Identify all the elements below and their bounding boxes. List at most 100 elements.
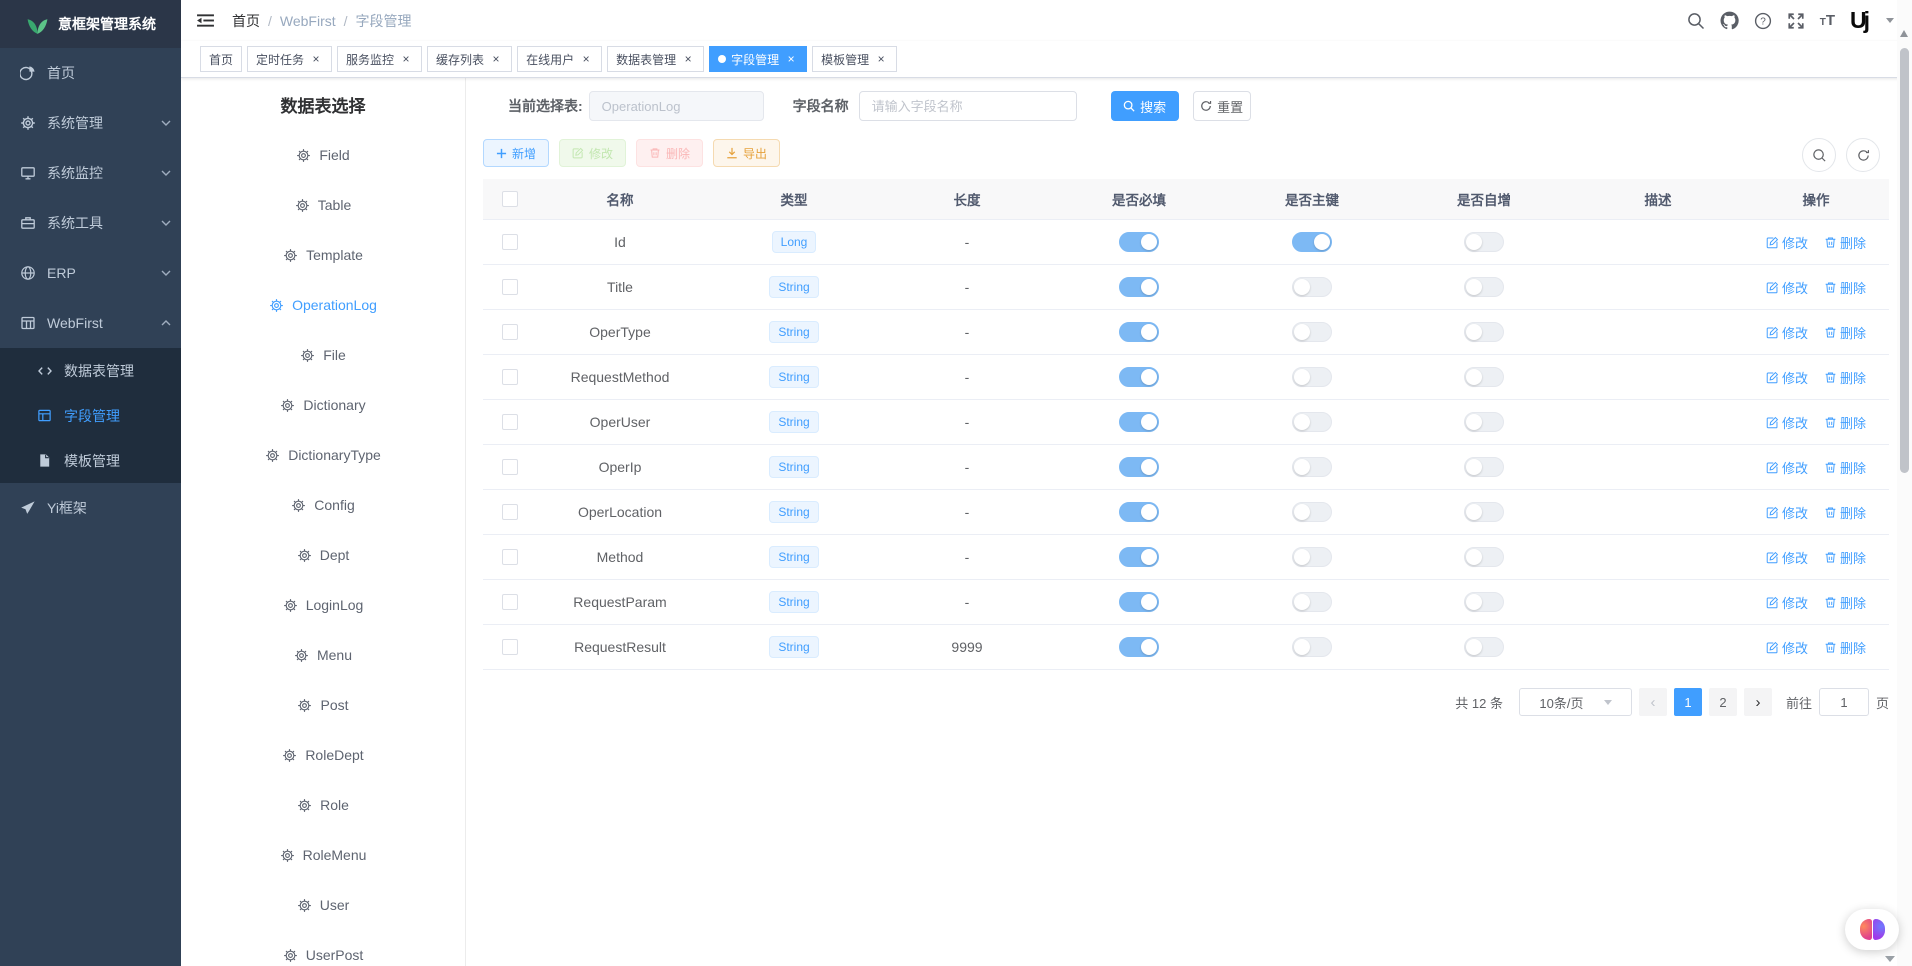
- sidebar-item-system-admin[interactable]: 系统管理: [0, 98, 181, 148]
- close-icon[interactable]: ×: [579, 52, 593, 66]
- primary-key-toggle[interactable]: [1292, 637, 1332, 657]
- tree-item-roledept[interactable]: RoleDept: [181, 730, 465, 780]
- sidebar-item-system-monitor[interactable]: 系统监控: [0, 148, 181, 198]
- required-toggle[interactable]: [1119, 322, 1159, 342]
- required-toggle[interactable]: [1119, 502, 1159, 522]
- tab-cron-task[interactable]: 定时任务 ×: [247, 46, 332, 72]
- delete-link[interactable]: 删除: [1824, 233, 1866, 252]
- edit-link[interactable]: 修改: [1766, 413, 1808, 432]
- row-checkbox[interactable]: [502, 549, 518, 565]
- search-icon[interactable]: [1687, 12, 1705, 30]
- delete-button[interactable]: 删除: [636, 139, 703, 167]
- auto-increment-toggle[interactable]: [1464, 502, 1504, 522]
- primary-key-toggle[interactable]: [1292, 457, 1332, 477]
- row-checkbox[interactable]: [502, 369, 518, 385]
- tab-cache-list[interactable]: 缓存列表 ×: [427, 46, 512, 72]
- breadcrumb-home[interactable]: 首页: [232, 11, 260, 31]
- sidebar-item-home[interactable]: 首页: [0, 48, 181, 98]
- required-toggle[interactable]: [1119, 412, 1159, 432]
- auto-increment-toggle[interactable]: [1464, 232, 1504, 252]
- row-checkbox[interactable]: [502, 504, 518, 520]
- help-icon[interactable]: ?: [1754, 12, 1772, 30]
- delete-link[interactable]: 删除: [1824, 413, 1866, 432]
- tree-item-dictionarytype[interactable]: DictionaryType: [181, 430, 465, 480]
- auto-increment-toggle[interactable]: [1464, 412, 1504, 432]
- reset-button[interactable]: 重置: [1193, 91, 1251, 121]
- auto-increment-toggle[interactable]: [1464, 457, 1504, 477]
- row-checkbox[interactable]: [502, 414, 518, 430]
- current-table-input[interactable]: [589, 91, 764, 121]
- primary-key-toggle[interactable]: [1292, 547, 1332, 567]
- edit-link[interactable]: 修改: [1766, 593, 1808, 612]
- row-checkbox[interactable]: [502, 279, 518, 295]
- delete-link[interactable]: 删除: [1824, 503, 1866, 522]
- close-icon[interactable]: ×: [874, 52, 888, 66]
- github-icon[interactable]: [1720, 11, 1739, 30]
- sidebar-item-webfirst[interactable]: WebFirst: [0, 298, 181, 348]
- export-button[interactable]: 导出: [713, 139, 780, 167]
- tree-item-file[interactable]: File: [181, 330, 465, 380]
- edit-link[interactable]: 修改: [1766, 548, 1808, 567]
- tree-item-loginlog[interactable]: LoginLog: [181, 580, 465, 630]
- search-button[interactable]: 搜索: [1111, 91, 1179, 121]
- edit-link[interactable]: 修改: [1766, 503, 1808, 522]
- primary-key-toggle[interactable]: [1292, 592, 1332, 612]
- field-name-input[interactable]: [859, 91, 1077, 121]
- required-toggle[interactable]: [1119, 367, 1159, 387]
- row-checkbox[interactable]: [502, 459, 518, 475]
- tree-item-post[interactable]: Post: [181, 680, 465, 730]
- add-button[interactable]: 新增: [483, 139, 549, 167]
- tab-server-monitor[interactable]: 服务监控 ×: [337, 46, 422, 72]
- tree-item-field[interactable]: Field: [181, 130, 465, 180]
- required-toggle[interactable]: [1119, 547, 1159, 567]
- required-toggle[interactable]: [1119, 592, 1159, 612]
- scrollbar-thumb[interactable]: [1900, 48, 1909, 473]
- required-toggle[interactable]: [1119, 232, 1159, 252]
- select-all-checkbox[interactable]: [502, 191, 518, 207]
- table-refresh-button[interactable]: [1846, 138, 1880, 172]
- sidebar-item-template-mgmt[interactable]: 模板管理: [0, 438, 181, 483]
- tree-item-config[interactable]: Config: [181, 480, 465, 530]
- sidebar-item-erp[interactable]: ERP: [0, 248, 181, 298]
- collapse-caret-icon[interactable]: [1885, 956, 1895, 962]
- fullscreen-icon[interactable]: [1787, 12, 1805, 30]
- close-icon[interactable]: ×: [681, 52, 695, 66]
- tab-field-mgmt[interactable]: 字段管理 ×: [709, 46, 807, 72]
- tree-item-operationlog[interactable]: OperationLog: [181, 280, 465, 330]
- page-size-select[interactable]: 10条/页: [1519, 688, 1632, 716]
- primary-key-toggle[interactable]: [1292, 412, 1332, 432]
- required-toggle[interactable]: [1119, 457, 1159, 477]
- page-button-1[interactable]: 1: [1674, 688, 1702, 716]
- edit-link[interactable]: 修改: [1766, 233, 1808, 252]
- tree-item-role[interactable]: Role: [181, 780, 465, 830]
- auto-increment-toggle[interactable]: [1464, 277, 1504, 297]
- primary-key-toggle[interactable]: [1292, 502, 1332, 522]
- edit-link[interactable]: 修改: [1766, 323, 1808, 342]
- primary-key-toggle[interactable]: [1292, 367, 1332, 387]
- chevron-down-icon[interactable]: [1886, 18, 1894, 23]
- delete-link[interactable]: 删除: [1824, 323, 1866, 342]
- table-search-button[interactable]: [1802, 138, 1836, 172]
- tree-item-table[interactable]: Table: [181, 180, 465, 230]
- tab-home[interactable]: 首页: [200, 46, 242, 72]
- sidebar-item-field-mgmt[interactable]: 字段管理: [0, 393, 181, 438]
- close-icon[interactable]: ×: [399, 52, 413, 66]
- close-icon[interactable]: ×: [784, 52, 798, 66]
- primary-key-toggle[interactable]: [1292, 277, 1332, 297]
- auto-increment-toggle[interactable]: [1464, 367, 1504, 387]
- auto-increment-toggle[interactable]: [1464, 547, 1504, 567]
- row-checkbox[interactable]: [502, 234, 518, 250]
- tree-item-userpost[interactable]: UserPost: [181, 930, 465, 966]
- required-toggle[interactable]: [1119, 637, 1159, 657]
- edit-link[interactable]: 修改: [1766, 638, 1808, 657]
- tree-item-menu[interactable]: Menu: [181, 630, 465, 680]
- hamburger-icon[interactable]: [196, 12, 215, 29]
- close-icon[interactable]: ×: [489, 52, 503, 66]
- goto-page-input[interactable]: [1819, 688, 1869, 716]
- tree-item-user[interactable]: User: [181, 880, 465, 930]
- edit-link[interactable]: 修改: [1766, 368, 1808, 387]
- tab-table-mgmt[interactable]: 数据表管理 ×: [607, 46, 704, 72]
- tab-template-mgmt[interactable]: 模板管理 ×: [812, 46, 897, 72]
- user-avatar[interactable]: Uj: [1850, 9, 1871, 32]
- delete-link[interactable]: 删除: [1824, 458, 1866, 477]
